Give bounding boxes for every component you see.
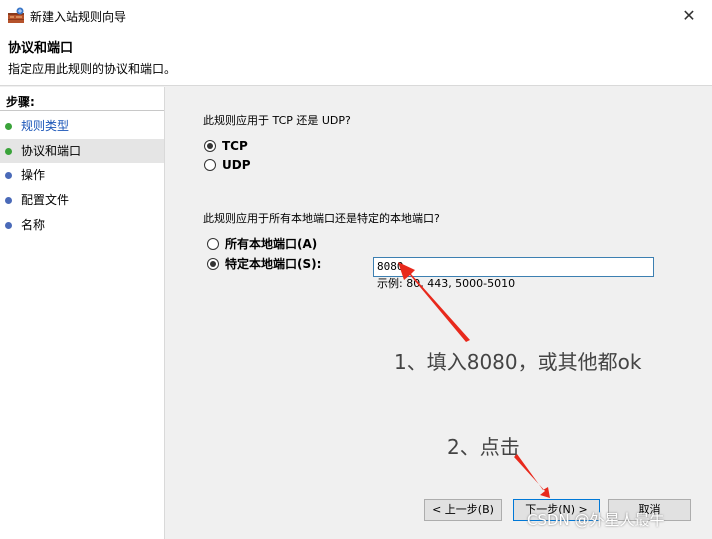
step-label: 协议和端口 <box>21 144 82 158</box>
step-item-protocol-and-ports[interactable]: 协议和端口 <box>0 139 164 163</box>
annotation-step1: 1、填入8080，或其他都ok <box>394 350 642 374</box>
firewall-app-icon <box>8 7 24 23</box>
step-item-name[interactable]: 名称 <box>0 213 164 237</box>
divider <box>0 110 164 111</box>
wizard-header: 协议和端口 指定应用此规则的协议和端口。 <box>0 32 712 86</box>
radio-label: 所有本地端口(A) <box>225 237 318 251</box>
step-label: 操作 <box>21 168 46 182</box>
specific-ports-input[interactable]: 8080 <box>373 257 654 277</box>
close-button[interactable]: ✕ <box>666 0 712 32</box>
page-subtitle: 指定应用此规则的协议和端口。 <box>8 62 177 76</box>
steps-sidebar: 步骤: 规则类型 协议和端口 操作 配置文件 名称 <box>0 87 165 539</box>
protocol-question: 此规则应用于 TCP 还是 UDP? <box>203 114 351 127</box>
steps-heading: 步骤: <box>6 95 35 109</box>
title-bar: 新建入站规则向导 ✕ <box>0 0 712 32</box>
step-pending-bullet-icon <box>5 172 12 179</box>
annotation-step2: 2、点击 <box>447 435 520 459</box>
step-pending-bullet-icon <box>5 222 12 229</box>
radio-label: UDP <box>222 158 251 172</box>
radio-button-checked[interactable] <box>207 258 219 270</box>
step-current-bullet-icon <box>5 148 12 155</box>
port-example-text: 示例: 80, 443, 5000-5010 <box>377 277 516 290</box>
port-question: 此规则应用于所有本地端口还是特定的本地端口? <box>203 212 440 225</box>
step-item-profile[interactable]: 配置文件 <box>0 188 164 212</box>
radio-button-checked[interactable] <box>204 140 216 152</box>
step-label: 规则类型 <box>21 119 70 133</box>
step-label: 配置文件 <box>21 193 70 207</box>
step-pending-bullet-icon <box>5 197 12 204</box>
radio-label: TCP <box>222 139 248 153</box>
step-label: 名称 <box>21 218 46 232</box>
back-button[interactable]: < 上一步(B) <box>424 499 502 521</box>
step-item-rule-type[interactable]: 规则类型 <box>0 114 164 138</box>
radio-label: 特定本地端口(S): <box>225 257 322 271</box>
watermark: CSDN @外星人最牛 <box>527 511 665 529</box>
main-panel: 此规则应用于 TCP 还是 UDP? TCP UDP 此规则应用于所有本地端口还… <box>166 87 712 539</box>
close-icon: ✕ <box>682 6 696 25</box>
radio-button[interactable] <box>207 238 219 250</box>
page-title: 协议和端口 <box>8 41 74 56</box>
window-title: 新建入站规则向导 <box>30 10 127 24</box>
step-done-bullet-icon <box>5 123 12 130</box>
radio-button[interactable] <box>204 159 216 171</box>
step-item-action[interactable]: 操作 <box>0 163 164 187</box>
